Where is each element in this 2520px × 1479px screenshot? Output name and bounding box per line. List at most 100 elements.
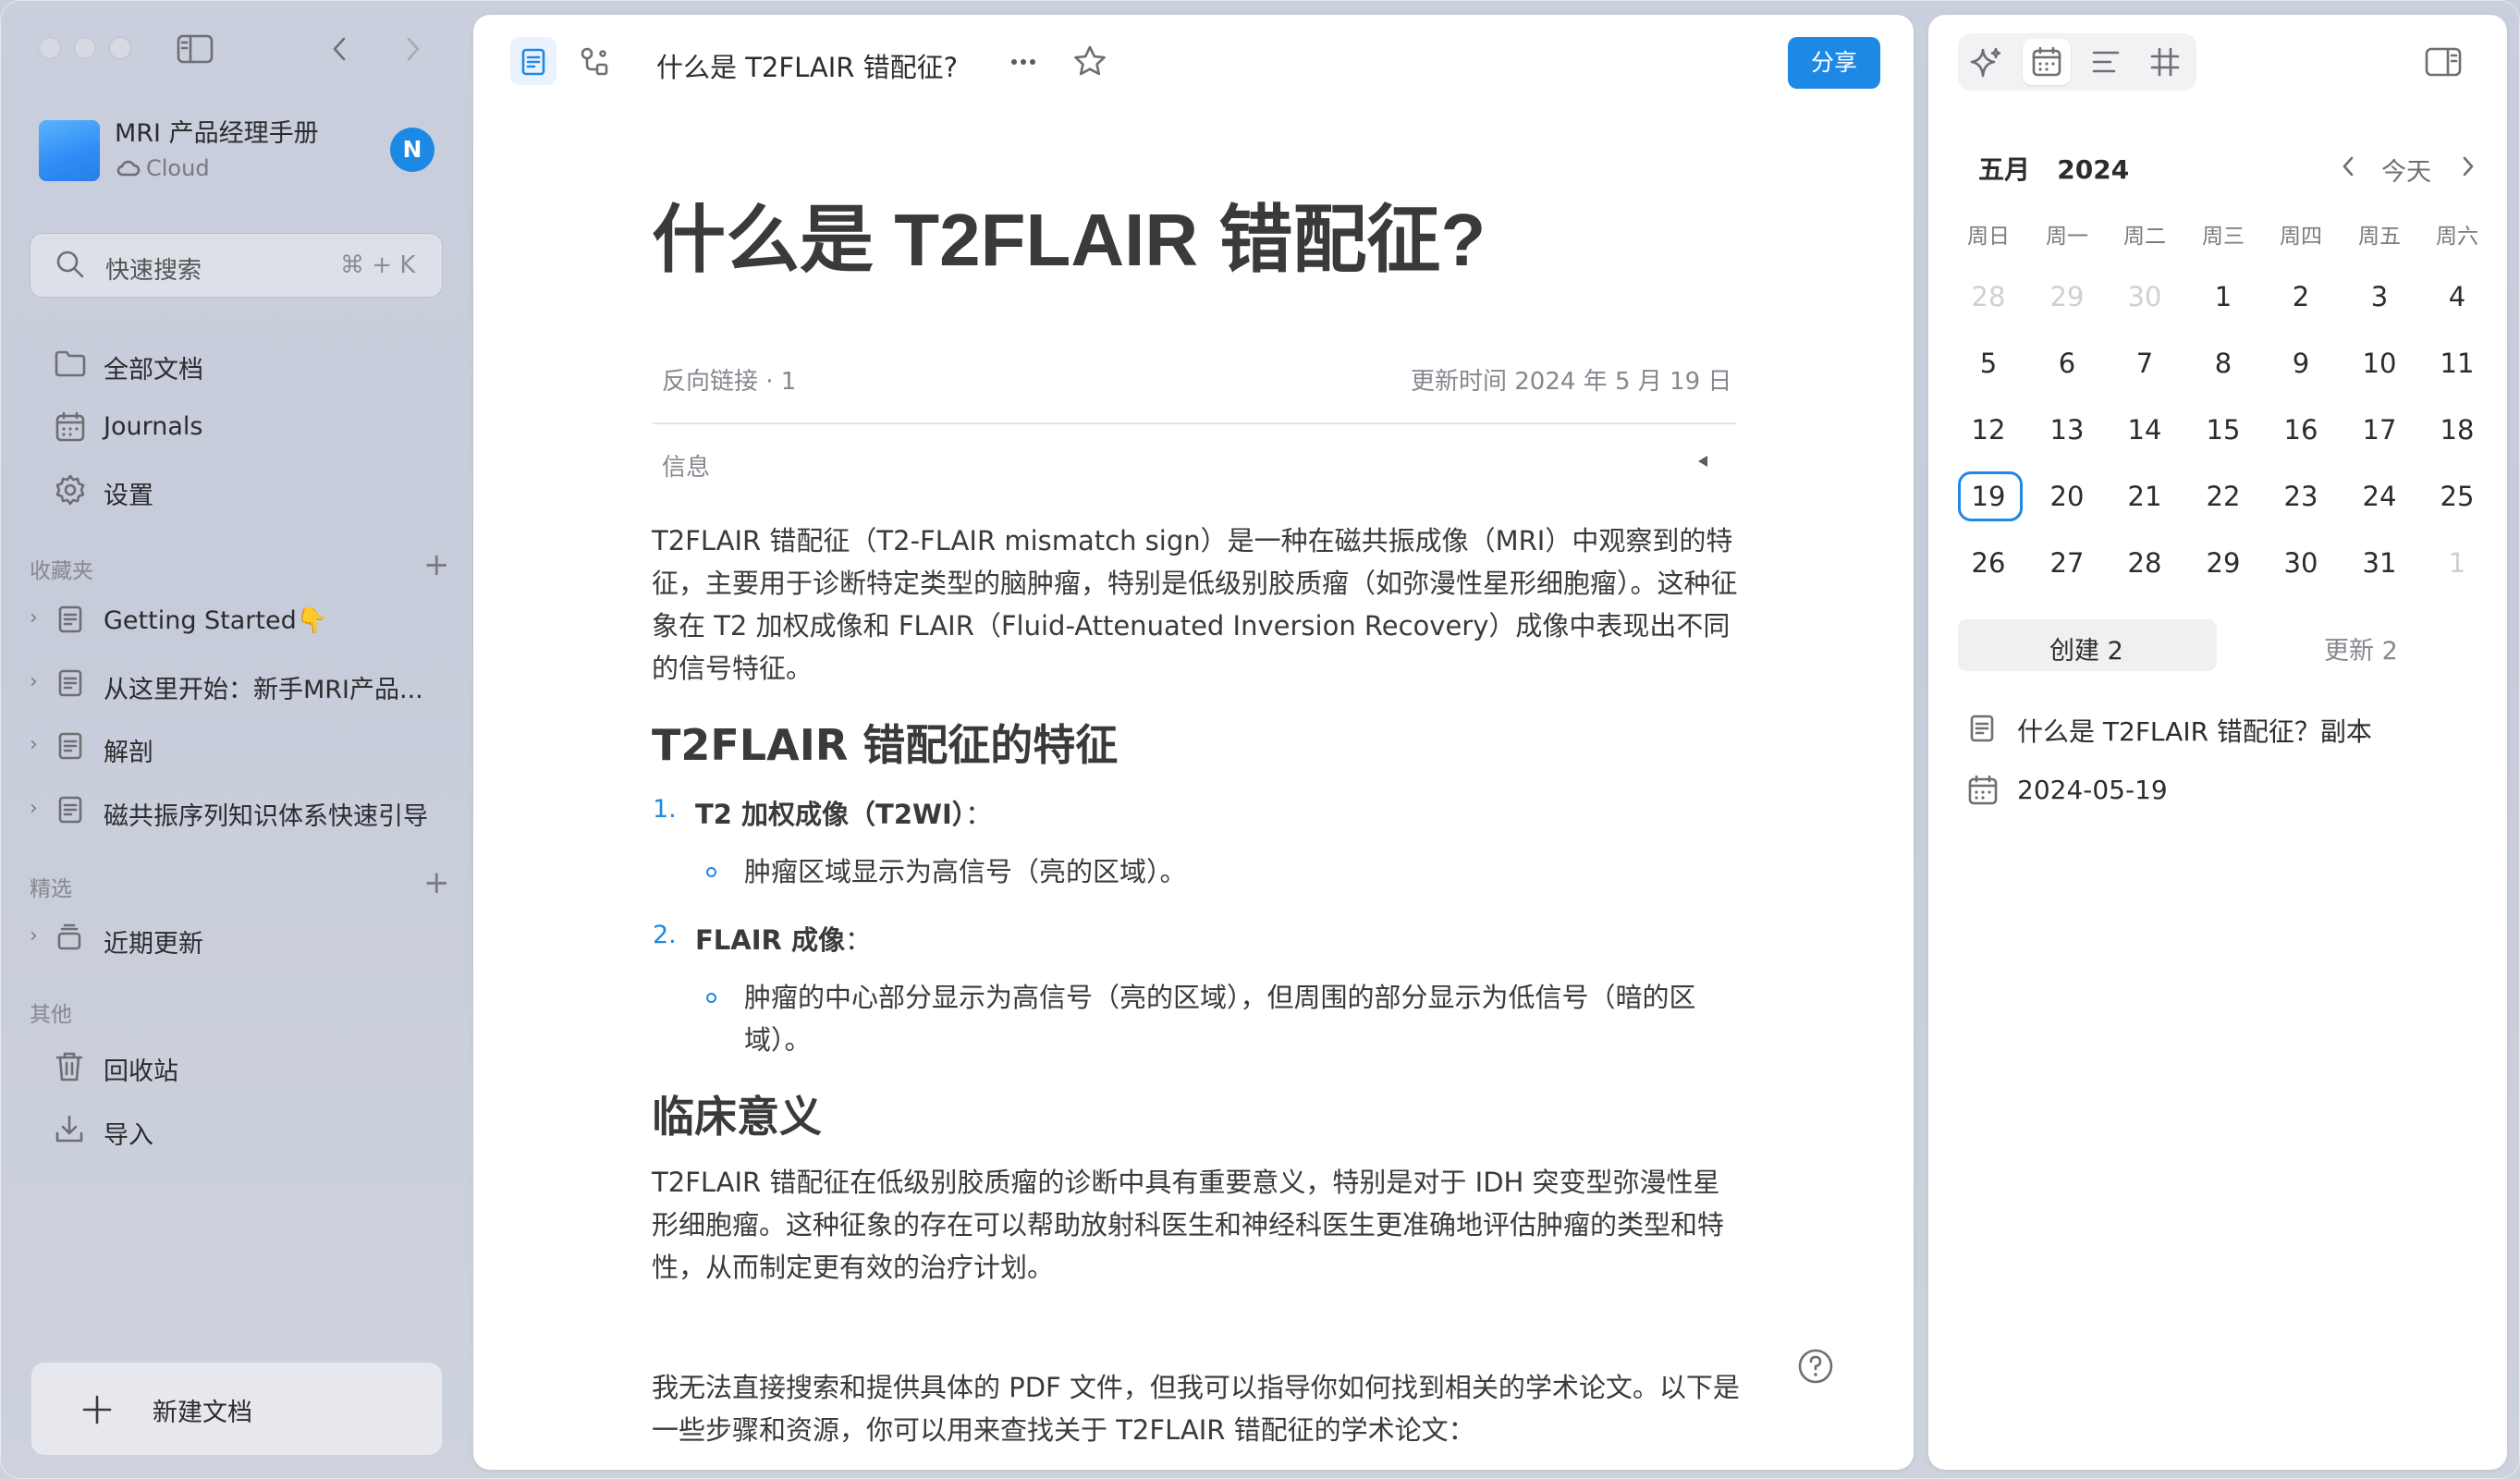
page-mode-icon [520, 48, 546, 76]
calendar-day[interactable]: 23 [2264, 481, 2338, 512]
favorite-anatomy[interactable]: 解剖 [104, 732, 153, 768]
help-icon[interactable] [1797, 1348, 1834, 1385]
share-button[interactable]: 分享 [1788, 37, 1880, 89]
calendar-day[interactable]: 14 [2108, 414, 2182, 446]
calendar-day[interactable]: 21 [2108, 481, 2182, 512]
calendar-day[interactable]: 26 [1951, 547, 2025, 579]
calendar-day[interactable]: 2 [2264, 281, 2338, 312]
right-sidebar-toggle-icon[interactable] [2424, 46, 2463, 78]
calendar-day[interactable]: 12 [1951, 414, 2025, 446]
favorite-start-here[interactable]: 从这里开始：新手MRI产品... [104, 669, 423, 705]
calendar-day[interactable]: 3 [2343, 281, 2416, 312]
list-item-t2wi[interactable]: T2 加权成像（T2WI）： [695, 793, 992, 832]
calendar-day[interactable]: 31 [2343, 547, 2416, 579]
journal-entry[interactable]: 2024-05-19 [2017, 775, 2168, 805]
favorite-mri-sequence-guide[interactable]: 磁共振序列知识体系快速引导 [104, 796, 428, 832]
calendar-day[interactable]: 10 [2343, 348, 2416, 379]
calendar-day[interactable]: 29 [2186, 547, 2260, 579]
sparkle-icon[interactable] [1970, 46, 2003, 79]
calendar-day[interactable]: 4 [2420, 281, 2494, 312]
calendar-day[interactable]: 28 [2108, 547, 2182, 579]
section-heading-clinical[interactable]: 临床意义 [652, 1083, 822, 1144]
close-window-button[interactable] [39, 37, 61, 59]
clinical-paragraph[interactable]: T2FLAIR 错配征在低级别胶质瘤的诊断中具有重要意义，特别是对于 IDH 突… [652, 1161, 1743, 1289]
calendar-day[interactable]: 22 [2186, 481, 2260, 512]
workspace-name[interactable]: MRI 产品经理手册 [115, 113, 319, 149]
collapse-triangle-icon[interactable] [1695, 453, 1710, 470]
calendar-day-outside-month[interactable]: 1 [2420, 547, 2494, 579]
forward-arrow-icon[interactable] [403, 35, 423, 63]
outline-icon[interactable] [2091, 48, 2121, 76]
calendar-day[interactable]: 9 [2264, 348, 2338, 379]
weekday-label: 周二 [2123, 225, 2166, 249]
back-arrow-icon[interactable] [329, 35, 349, 63]
chevron-right-icon[interactable]: › [30, 606, 38, 629]
nav-all-docs[interactable]: 全部文档 [104, 349, 203, 385]
workspace-logo[interactable] [39, 120, 100, 181]
prev-month-chevron-icon[interactable] [2341, 155, 2355, 177]
calendar-day-outside-month[interactable]: 29 [2030, 281, 2104, 312]
user-avatar[interactable]: N [390, 128, 434, 172]
calendar-day[interactable]: 7 [2108, 348, 2182, 379]
featured-recent-updates[interactable]: 近期更新 [104, 923, 203, 960]
edgeless-mode-icon[interactable] [579, 46, 610, 78]
chevron-right-icon[interactable]: › [30, 733, 38, 756]
list-subitem-flair[interactable]: 肿瘤的中心部分显示为高信号（亮的区域），但周围的部分显示为低信号（暗的区域）。 [744, 976, 1733, 1061]
star-icon[interactable] [1072, 44, 1107, 78]
nav-import[interactable]: 导入 [104, 1115, 153, 1151]
nav-trash[interactable]: 回收站 [104, 1051, 178, 1087]
calendar-day[interactable]: 24 [2343, 481, 2416, 512]
minimize-window-button[interactable] [74, 37, 96, 59]
created-count: 创建 2 [2049, 637, 2123, 666]
today-button[interactable]: 今天 [2381, 152, 2431, 188]
calendar-day[interactable]: 16 [2264, 414, 2338, 446]
folder-icon [54, 348, 87, 379]
calendar-icon [54, 410, 87, 444]
header-doc-title[interactable]: 什么是 T2FLAIR 错配征? [656, 46, 958, 85]
nav-settings[interactable]: 设置 [104, 475, 153, 511]
sidebar-toggle-icon[interactable] [176, 33, 214, 65]
calendar-day-outside-month[interactable]: 30 [2108, 281, 2182, 312]
add-favorite-plus-icon[interactable]: + [423, 549, 450, 581]
doc-title[interactable]: 什么是 T2FLAIR 错配征? [652, 180, 1486, 287]
intro-paragraph[interactable]: T2FLAIR 错配征（T2-FLAIR mismatch sign）是一种在磁… [652, 519, 1743, 690]
info-section-label[interactable]: 信息 [662, 448, 710, 483]
calendar-day[interactable]: 5 [1951, 348, 2025, 379]
chevron-right-icon[interactable]: › [30, 670, 38, 693]
frame-icon[interactable] [2149, 46, 2181, 78]
nav-journals[interactable]: Journals [104, 412, 202, 441]
calendar-day[interactable]: 18 [2420, 414, 2494, 446]
gear-icon [54, 473, 87, 507]
next-month-chevron-icon[interactable] [2461, 155, 2476, 177]
calendar-day[interactable]: 30 [2264, 547, 2338, 579]
workspace-sync-status: Cloud [146, 155, 210, 181]
calendar-day[interactable]: 27 [2030, 547, 2104, 579]
calendar-day[interactable]: 17 [2343, 414, 2416, 446]
zoom-window-button[interactable] [109, 37, 131, 59]
favorite-getting-started[interactable]: Getting Started👇 [104, 605, 327, 635]
calendar-day[interactable]: 8 [2186, 348, 2260, 379]
calendar-day[interactable]: 1 [2186, 281, 2260, 312]
list-item-flair[interactable]: FLAIR 成像： [695, 919, 872, 958]
calendar-day[interactable]: 11 [2420, 348, 2494, 379]
chevron-right-icon[interactable]: › [30, 797, 38, 820]
backlinks-link[interactable]: 反向链接 · 1 [662, 362, 796, 397]
updated-segment[interactable]: 更新 2 [2324, 630, 2398, 666]
search-icon [54, 248, 87, 281]
calendar-day[interactable]: 25 [2420, 481, 2494, 512]
closing-paragraph[interactable]: 我无法直接搜索和提供具体的 PDF 文件，但我可以指导你如何找到相关的学术论文。… [652, 1366, 1743, 1451]
add-featured-plus-icon[interactable]: + [423, 867, 450, 898]
calendar-day[interactable]: 15 [2186, 414, 2260, 446]
calendar-day[interactable]: 6 [2030, 348, 2104, 379]
created-doc-entry[interactable]: 什么是 T2FLAIR 错配征？副本 [2017, 712, 2372, 749]
calendar-day[interactable]: 13 [2030, 414, 2104, 446]
chevron-right-icon[interactable]: › [30, 924, 38, 947]
list-subitem-t2wi[interactable]: 肿瘤区域显示为高信号（亮的区域）。 [744, 850, 1733, 893]
favorites-section-label: 收藏夹 [30, 559, 93, 583]
calendar-day[interactable]: 20 [2030, 481, 2104, 512]
calendar-day[interactable]: 19 [1951, 481, 2025, 512]
section-heading-features[interactable]: T2FLAIR 错配征的特征 [652, 712, 1118, 773]
calendar-day-outside-month[interactable]: 28 [1951, 281, 2025, 312]
more-options-icon[interactable] [1009, 57, 1037, 67]
weekday-label: 周三 [2202, 225, 2245, 249]
